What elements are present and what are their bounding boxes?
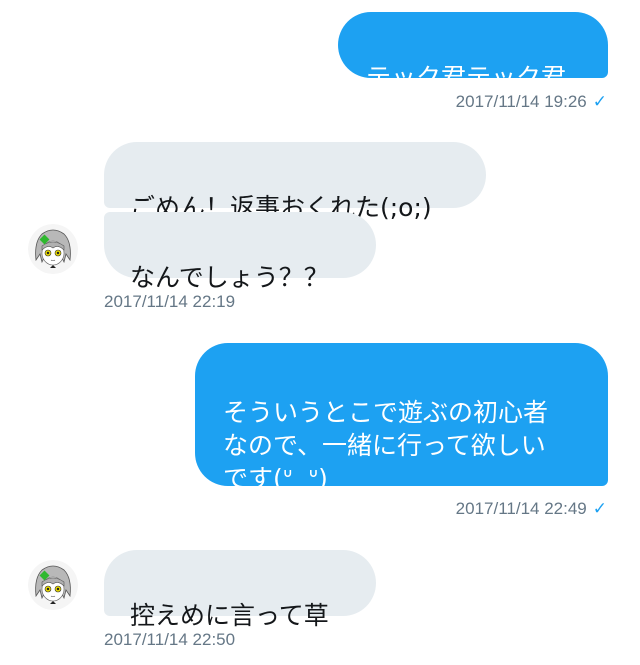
- message-text: テック君テック君: [366, 63, 567, 92]
- incoming-message-bubble[interactable]: なんでしょう？？: [104, 212, 376, 292]
- avatar[interactable]: [28, 224, 78, 274]
- message-timestamp-row: 2017/11/14 22:49 ✓: [456, 499, 607, 519]
- message-timestamp-row: 2017/11/14 19:26 ✓: [456, 92, 607, 112]
- outgoing-message-bubble[interactable]: テック君テック君: [338, 12, 608, 92]
- message-timestamp: 2017/11/14 19:26: [455, 92, 587, 111]
- message-timestamp: 2017/11/14 22:50: [104, 630, 236, 649]
- incoming-message-bubble[interactable]: ごめん！返事おくれた(;o;): [104, 142, 486, 222]
- checkmark-icon: ✓: [592, 92, 607, 111]
- message-text: 控えめに言って草: [130, 601, 329, 630]
- message-timestamp: 2017/11/14 22:19: [104, 292, 236, 311]
- anime-character-avatar-icon: [28, 224, 78, 274]
- anime-character-avatar-icon: [28, 560, 78, 610]
- message-text: なんでしょう？？: [130, 263, 329, 292]
- message-text: そういうとこで遊ぶの初心者 なので、一緒に行って欲しい です(ᐡ ̫ ᐡ): [223, 398, 549, 493]
- checkmark-icon: ✓: [592, 499, 607, 518]
- incoming-message-bubble[interactable]: 控えめに言って草: [104, 550, 376, 630]
- avatar[interactable]: [28, 560, 78, 610]
- message-timestamp: 2017/11/14 22:49: [455, 499, 587, 518]
- outgoing-message-bubble[interactable]: そういうとこで遊ぶの初心者 なので、一緒に行って欲しい です(ᐡ ̫ ᐡ): [195, 343, 608, 493]
